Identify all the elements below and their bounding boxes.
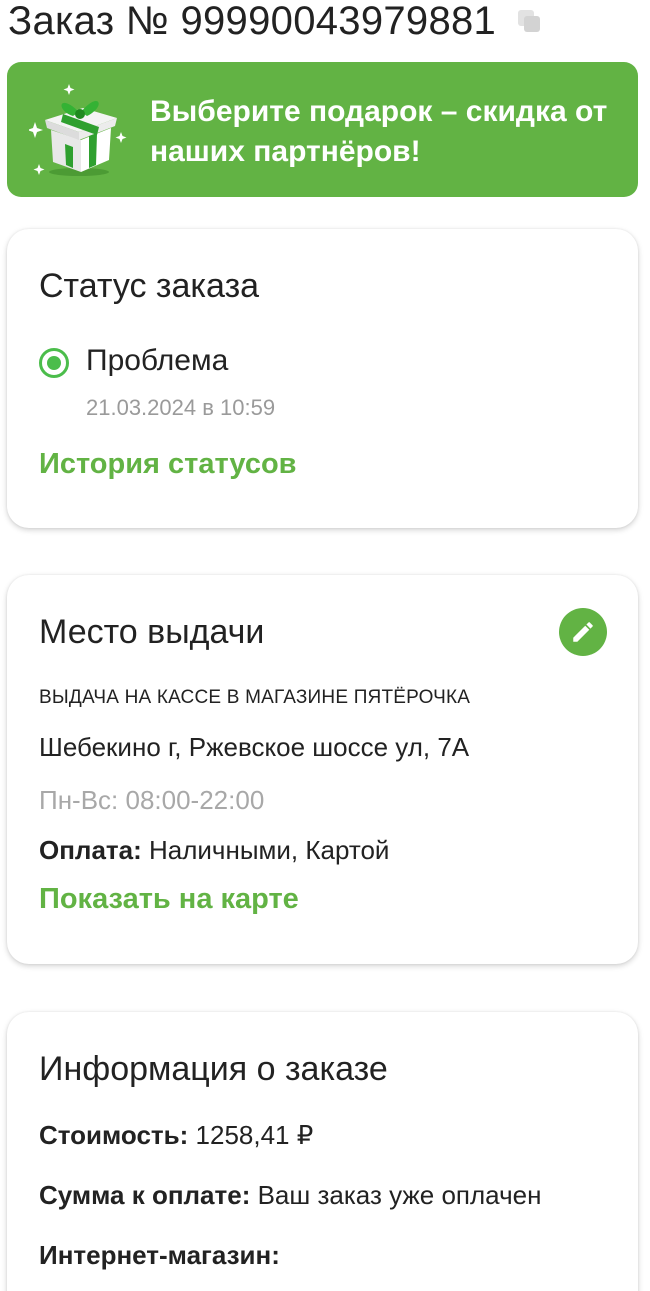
pickup-address: Шебекино г, Ржевское шоссе ул, 7А xyxy=(39,732,470,762)
copy-icon[interactable] xyxy=(514,6,544,36)
gift-box-icon xyxy=(29,84,127,176)
status-indicator-icon xyxy=(39,348,69,378)
online-shop-row: Интернет-магазин: xyxy=(39,1240,280,1271)
order-title: Заказ № 99990043979881 xyxy=(8,0,497,43)
show-on-map-link[interactable]: Показать на карте xyxy=(39,883,299,916)
edit-pickup-button[interactable] xyxy=(559,608,607,656)
banner-text: Выберите подарок – скидка от наших партн… xyxy=(150,95,608,168)
payment-label: Оплата: xyxy=(39,835,142,865)
order-info-card: Информация о заказе Стоимость: 1258,41 ₽… xyxy=(7,1012,638,1291)
online-shop-label: Интернет-магазин: xyxy=(39,1240,280,1270)
pencil-icon xyxy=(573,622,593,642)
payment-value: Наличными, Картой xyxy=(141,835,390,865)
pickup-point-card: Место выдачи ВЫДАЧА НА КАССЕ В МАГАЗИНЕ … xyxy=(7,575,638,964)
order-status-card: Статус заказа Проблема 21.03.2024 в 10:5… xyxy=(7,229,638,528)
amount-due-label: Сумма к оплате: xyxy=(39,1180,251,1210)
pickup-card-title: Место выдачи xyxy=(39,613,265,651)
order-details-page: Заказ № 99990043979881 Выберите подарок … xyxy=(0,0,650,1291)
amount-due-value: Ваш заказ уже оплачен xyxy=(250,1180,542,1210)
status-history-link[interactable]: История статусов xyxy=(39,448,297,481)
gift-promo-banner[interactable]: Выберите подарок – скидка от наших партн… xyxy=(7,62,638,197)
pickup-hours: Пн-Вс: 08:00-22:00 xyxy=(39,785,265,815)
cost-label: Стоимость: xyxy=(39,1120,189,1150)
order-header: Заказ № 99990043979881 xyxy=(8,0,544,46)
pickup-type: ВЫДАЧА НА КАССЕ В МАГАЗИНЕ ПЯТЁРОЧКА xyxy=(39,687,471,708)
pickup-payment: Оплата: Наличными, Картой xyxy=(39,835,389,866)
cost-value: 1258,41 ₽ xyxy=(188,1120,314,1150)
status-card-title: Статус заказа xyxy=(39,267,260,305)
info-card-title: Информация о заказе xyxy=(39,1050,388,1088)
status-value: Проблема xyxy=(86,344,229,377)
status-date: 21.03.2024 в 10:59 xyxy=(86,395,276,420)
amount-due-row: Сумма к оплате: Ваш заказ уже оплачен xyxy=(39,1180,541,1211)
cost-row: Стоимость: 1258,41 ₽ xyxy=(39,1120,313,1151)
